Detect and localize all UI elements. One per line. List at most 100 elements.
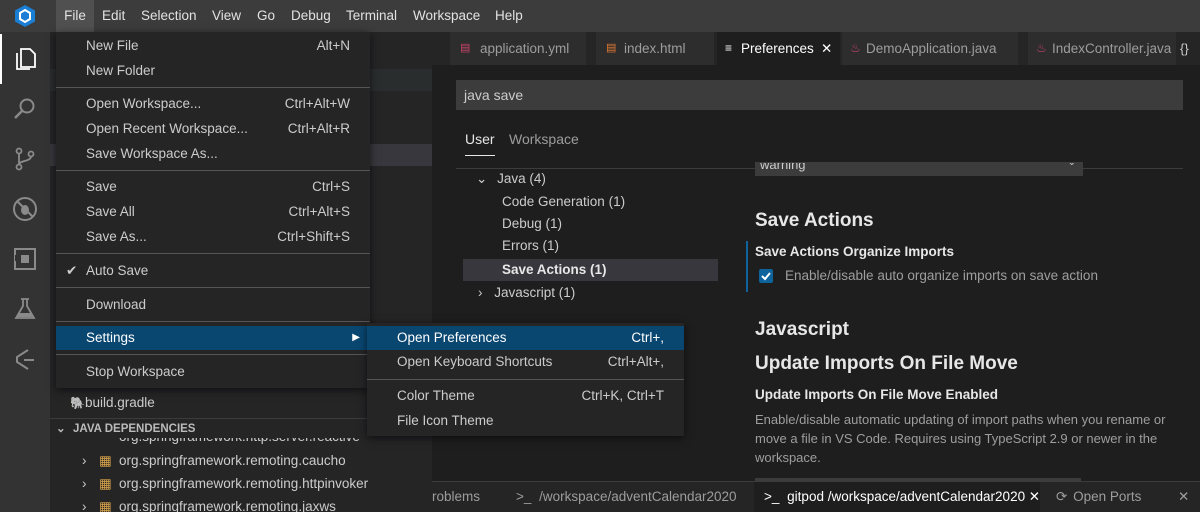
menu-separator: [56, 354, 370, 355]
menu-item-auto-save[interactable]: ✔ Auto Save: [56, 259, 370, 283]
setting-update-imports-desc: Enable/disable automatic updating of imp…: [755, 412, 1166, 465]
gradle-icon: 🐘: [70, 396, 85, 410]
tree-item-dep1[interactable]: org.springframework.http.server.reactive: [50, 438, 432, 448]
test-icon[interactable]: [0, 284, 50, 334]
section-save-actions: Save Actions: [755, 210, 874, 231]
menu-item-open-workspace[interactable]: Open Workspace... Ctrl+Alt+W: [56, 92, 370, 116]
chevron-right-icon: ›: [82, 453, 87, 468]
toc-debug[interactable]: Debug (1): [502, 213, 562, 235]
menu-item-save-workspace-as[interactable]: Save Workspace As...: [56, 142, 370, 166]
tab-terminal-2[interactable]: >_ gitpod /workspace/adventCalendar2020 …: [754, 482, 1040, 512]
package-icon: ▦: [99, 453, 112, 468]
menu-help[interactable]: Help: [495, 0, 523, 32]
menu-debug[interactable]: Debug: [291, 0, 331, 32]
toc-errors[interactable]: Errors (1): [502, 235, 559, 257]
submenu-arrow-icon: ▶: [352, 332, 360, 343]
menu-file[interactable]: File: [56, 0, 94, 32]
toc-save-actions[interactable]: Save Actions (1): [463, 259, 718, 281]
debug-icon[interactable]: [0, 184, 50, 234]
tab-terminal-1[interactable]: >_ /workspace/adventCalendar2020: [516, 482, 737, 512]
tab-index-html[interactable]: ▤ index.html: [596, 32, 714, 65]
menu-item-new-file[interactable]: New File Alt+N: [56, 34, 370, 58]
tab-user[interactable]: User: [465, 131, 495, 156]
file-menu: New File Alt+N New Folder Open Workspace…: [56, 32, 370, 388]
dropdown-select[interactable]: warning ⌄: [755, 162, 1083, 176]
menu-item-open-recent-workspace[interactable]: Open Recent Workspace... Ctrl+Alt+R: [56, 117, 370, 141]
open-json-settings-icon[interactable]: {}: [1180, 32, 1189, 65]
menu-item-save[interactable]: Save Ctrl+S: [56, 175, 370, 199]
search-icon[interactable]: [0, 84, 50, 134]
menu-view[interactable]: View: [212, 0, 241, 32]
menu-workspace[interactable]: Workspace: [413, 0, 480, 32]
toc-javascript[interactable]: › Javascript (1): [478, 282, 575, 304]
settings-submenu: Open Preferences Ctrl+, Open Keyboard Sh…: [367, 323, 684, 436]
terminal-icon: >_: [516, 489, 532, 504]
tab-application-yml[interactable]: ▤ application.yml: [450, 32, 586, 65]
section-update-imports: Update Imports On File Move: [755, 353, 1018, 374]
organize-imports-checkbox[interactable]: [759, 269, 773, 283]
tab-demo-application[interactable]: ♨ DemoApplication.java: [842, 32, 1018, 65]
menu-selection[interactable]: Selection: [141, 0, 197, 32]
menu-item-save-as[interactable]: Save As... Ctrl+Shift+S: [56, 225, 370, 249]
activity-bar: [0, 32, 50, 512]
chevron-down-icon: ⌄: [56, 423, 66, 435]
menu-separator: [56, 170, 370, 171]
java-error-icon: ♨: [850, 41, 861, 55]
menu-item-save-all[interactable]: Save All Ctrl+Alt+S: [56, 200, 370, 224]
menu-separator: [56, 321, 370, 322]
menu-separator: [56, 253, 370, 254]
menu-separator: [367, 379, 684, 380]
check-icon: [761, 272, 771, 281]
settings-sliders-icon: ≡: [725, 41, 733, 55]
tab-index-controller[interactable]: ♨ IndexController.java: [1028, 32, 1176, 65]
html-file-icon: ▤: [606, 42, 617, 54]
yml-file-icon: ▤: [460, 42, 471, 54]
menu-terminal[interactable]: Terminal: [346, 0, 397, 32]
close-icon[interactable]: ✕: [821, 32, 832, 65]
menu-item-open-preferences[interactable]: Open Preferences Ctrl+,: [367, 326, 684, 350]
explorer-icon[interactable]: [0, 34, 50, 84]
tree-item-dep3[interactable]: › ▦ org.springframework.remoting.httpinv…: [50, 473, 432, 495]
package-icon: ▦: [99, 499, 112, 512]
menu-go[interactable]: Go: [257, 0, 275, 32]
gitpod-icon[interactable]: [0, 334, 50, 384]
menu-item-stop-workspace[interactable]: Stop Workspace: [56, 360, 370, 384]
section-javascript: Javascript: [755, 319, 850, 340]
terminal-icon: >_: [764, 489, 780, 504]
menu-item-settings[interactable]: Settings ▶: [56, 326, 370, 350]
package-icon: ▦: [99, 476, 112, 491]
menu-edit[interactable]: Edit: [102, 0, 125, 32]
gitpod-logo-icon: [15, 5, 35, 27]
tab-workspace[interactable]: Workspace: [509, 131, 579, 155]
tab-preferences[interactable]: ≡ Preferences ✕: [717, 32, 840, 65]
chevron-right-icon: ›: [478, 285, 483, 300]
close-icon[interactable]: ✕: [1029, 482, 1040, 512]
modified-indicator: [746, 241, 748, 292]
chevron-right-icon: ›: [82, 476, 87, 491]
tree-item-dep4[interactable]: › ▦ org.springframework.remoting.jaxws: [50, 496, 432, 512]
panel-tab-bar: roblems >_ /workspace/adventCalendar2020…: [432, 481, 1200, 512]
java-error-icon: ♨: [1036, 41, 1047, 55]
menu-item-color-theme[interactable]: Color Theme Ctrl+K, Ctrl+T: [367, 384, 684, 408]
chevron-down-icon: ⌄: [476, 171, 488, 186]
menu-separator: [56, 287, 370, 288]
close-panel-icon[interactable]: ✕: [1178, 482, 1189, 512]
editor-tab-bar: ▤ application.yml ▤ index.html ≡ Prefere…: [432, 32, 1200, 65]
menu-item-new-folder[interactable]: New Folder: [56, 59, 370, 83]
setting-organize-imports-desc: Enable/disable auto organize imports on …: [785, 268, 1098, 283]
menu-item-download[interactable]: Download: [56, 293, 370, 317]
chevron-down-icon: ⌄: [1067, 162, 1076, 168]
setting-organize-imports-title: Save Actions Organize Imports: [755, 244, 955, 259]
tab-open-ports[interactable]: ⟳ Open Ports: [1056, 482, 1141, 512]
extensions-icon[interactable]: [0, 234, 50, 284]
toc-code-generation[interactable]: Code Generation (1): [502, 191, 625, 213]
toc-java[interactable]: ⌄ Java (4): [476, 168, 546, 190]
menu-separator: [56, 87, 370, 88]
menubar: File Edit Selection View Go Debug Termin…: [0, 0, 1200, 32]
tree-item-dep2[interactable]: › ▦ org.springframework.remoting.caucho: [50, 450, 432, 472]
source-control-icon[interactable]: [0, 134, 50, 184]
menu-item-keyboard-shortcuts[interactable]: Open Keyboard Shortcuts Ctrl+Alt+,: [367, 350, 684, 374]
menu-item-file-icon-theme[interactable]: File Icon Theme: [367, 409, 684, 433]
settings-search-input[interactable]: java save: [456, 80, 1183, 110]
tab-problems[interactable]: roblems: [432, 482, 480, 512]
